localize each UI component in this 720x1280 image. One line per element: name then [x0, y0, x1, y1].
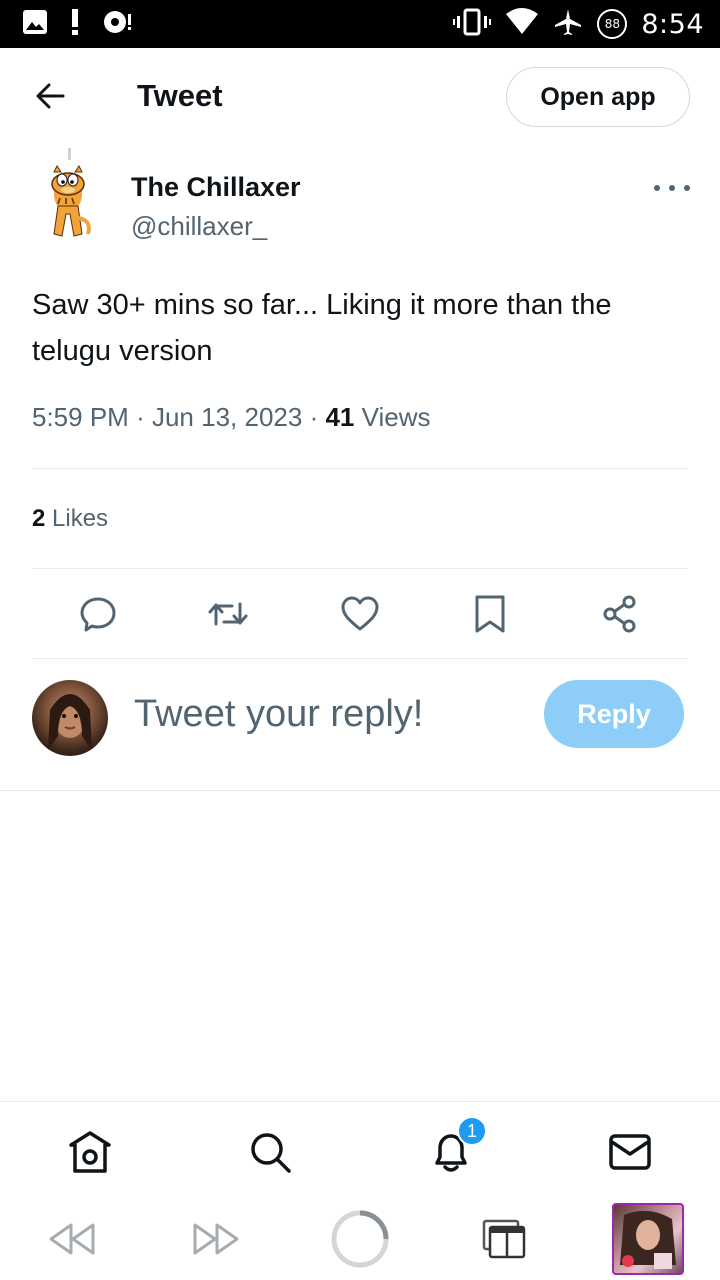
rewind-icon [49, 1223, 95, 1255]
author-name[interactable]: The Chillaxer [131, 172, 301, 203]
page-title: Tweet [137, 78, 223, 113]
reply-action-button[interactable] [72, 588, 124, 640]
tabs-icon [482, 1219, 526, 1259]
notification-badge: 1 [457, 1116, 487, 1146]
more-dots-icon [654, 185, 660, 191]
airplane-icon [553, 7, 583, 42]
share-button[interactable] [594, 588, 646, 640]
likes-label: Likes [52, 505, 109, 532]
author-handle[interactable]: @chillaxer_ [131, 211, 267, 242]
meta-separator: · [309, 402, 319, 432]
clock: 8:54 [641, 8, 704, 40]
divider [32, 468, 688, 469]
search-icon [251, 1133, 291, 1173]
header: Tweet Open app [0, 48, 720, 144]
tweet-text: Saw 30+ mins so far... Liking it more th… [32, 289, 612, 367]
home-icon [69, 1131, 111, 1173]
media-icon [102, 8, 132, 41]
browser-back-button[interactable] [42, 1209, 102, 1269]
bottom-nav: 1 [0, 1101, 720, 1197]
loading-ring-icon [331, 1210, 389, 1268]
meta-separator: · [136, 402, 145, 432]
bookmark-button[interactable] [464, 588, 516, 640]
back-arrow-icon [36, 83, 65, 109]
user-avatar[interactable] [32, 680, 108, 756]
back-button[interactable] [26, 74, 74, 118]
vibrate-icon [453, 8, 492, 41]
retweet-icon [208, 602, 248, 626]
views-label: Views [361, 402, 431, 432]
divider [32, 568, 688, 569]
divider [0, 790, 720, 791]
tweet-meta: 5:59 PM · Jun 13, 2023 · 41 Views [32, 402, 431, 433]
author-avatar[interactable] [32, 148, 112, 244]
battery-icon: 88 [597, 9, 628, 39]
browser-profile-thumbnail[interactable] [612, 1203, 684, 1275]
like-button[interactable] [334, 588, 386, 640]
views-count: 41 [325, 402, 355, 432]
mail-icon [609, 1134, 651, 1170]
divider [32, 658, 688, 659]
tweet-action-bar [32, 588, 688, 640]
likes-count: 2 [32, 505, 46, 532]
nav-notifications[interactable]: 1 [427, 1116, 487, 1176]
reply-button[interactable]: Reply [544, 680, 684, 748]
nav-search[interactable] [246, 1128, 294, 1176]
nav-home[interactable] [66, 1128, 114, 1176]
browser-toolbar [0, 1197, 720, 1280]
comment-icon [80, 597, 116, 632]
wifi-icon [505, 7, 539, 41]
status-bar: 88 8:54 [0, 0, 720, 48]
alert-icon [70, 8, 80, 41]
tweet-date[interactable]: Jun 13, 2023 [152, 402, 302, 432]
browser-tabs-button[interactable] [474, 1209, 534, 1269]
browser-reload-button[interactable] [330, 1209, 390, 1269]
retweet-button[interactable] [202, 588, 254, 640]
share-icon [603, 595, 636, 633]
more-options-button[interactable] [654, 180, 690, 196]
image-icon [22, 9, 48, 40]
bookmark-icon [475, 595, 505, 633]
open-app-button[interactable]: Open app [506, 67, 690, 127]
likes-summary[interactable]: 2 Likes [32, 505, 108, 533]
fast-forward-icon [193, 1223, 239, 1255]
browser-forward-button[interactable] [186, 1209, 246, 1269]
nav-messages[interactable] [606, 1128, 654, 1176]
tweet-time[interactable]: 5:59 PM [32, 402, 129, 432]
reply-input[interactable]: Tweet your reply! [134, 686, 524, 746]
heart-icon [341, 596, 379, 631]
